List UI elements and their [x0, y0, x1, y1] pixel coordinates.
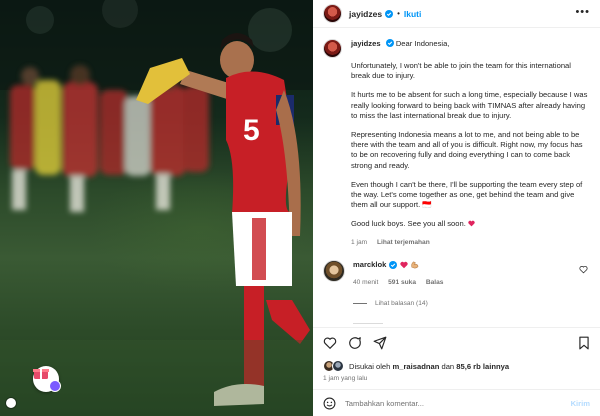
more-options-icon[interactable]: ••• — [575, 6, 590, 18]
photo-illustration: 5 — [0, 0, 313, 416]
caption-body: jayidzes Dear Indonesia, Unfortunately, … — [351, 39, 590, 246]
liker-avatar[interactable] — [332, 360, 344, 372]
comment-body: marcklok 40 menit 591 suka Balas — [353, 260, 573, 286]
verified-badge-icon — [385, 9, 394, 18]
liked-by-text: Disukai oleh m_raisadnan dan 85,6 rb lai… — [349, 362, 509, 371]
commenter-avatar[interactable] — [323, 259, 345, 282]
action-bar — [323, 336, 398, 350]
see-translation-link[interactable]: Lihat terjemahan — [377, 239, 430, 246]
liked-by-prefix: Disukai oleh — [349, 361, 391, 371]
author-username[interactable]: jayidzes — [349, 9, 382, 19]
liked-by-others[interactable]: 85,6 rb lainnya — [456, 362, 509, 371]
caption-greeting: Dear Indonesia, — [395, 39, 450, 48]
post-actions-section: Disukai oleh m_raisadnan dan 85,6 rb lai… — [313, 327, 600, 389]
caption-meta: 1 jam Lihat terjemahan — [351, 239, 590, 246]
caption-paragraph-last: Good luck boys. See you all soon. — [351, 219, 590, 229]
verified-badge-icon — [385, 39, 394, 47]
gift-icon — [33, 369, 49, 379]
emoji-picker-icon[interactable] — [323, 397, 336, 410]
caption-paragraph: Even though I can't be there, I'll be su… — [351, 179, 583, 210]
follow-button[interactable]: Ikuti — [404, 9, 421, 19]
post-comment-button[interactable]: Kirim — [571, 399, 590, 408]
comment-time: 40 menit — [353, 278, 379, 286]
view-replies-button[interactable]: Lihat balasan (14) — [353, 300, 590, 307]
post-sidebar: jayidzes • Ikuti ••• jayidzes Dear Indon… — [313, 0, 600, 416]
separator-dot: • — [397, 9, 400, 18]
post-timestamp: 1 jam yang lalu — [323, 375, 368, 382]
caption-author-avatar[interactable] — [323, 39, 342, 58]
view-replies-label: Lihat balasan (14) — [375, 299, 428, 307]
caption-author[interactable]: jayidzes — [351, 39, 381, 48]
post-photo: 5 — [0, 0, 313, 416]
add-comment-bar: Kirim — [313, 389, 600, 416]
caption-paragraph: It hurts me to be absent for such a long… — [351, 90, 588, 120]
comment-meta: 40 menit 591 suka Balas — [353, 279, 573, 286]
comment-emojis — [400, 260, 419, 269]
user-tag-icon[interactable] — [6, 398, 16, 408]
verified-badge-icon — [389, 260, 398, 269]
share-send-icon[interactable] — [373, 336, 387, 350]
comment-likes[interactable]: 591 suka — [388, 279, 416, 286]
comment-bubble-icon[interactable] — [348, 336, 362, 350]
comment-input[interactable] — [345, 398, 545, 408]
like-heart-icon[interactable] — [323, 336, 337, 350]
svg-text:5: 5 — [243, 114, 260, 147]
post-caption: jayidzes Dear Indonesia, Unfortunately, … — [323, 39, 590, 246]
comment-heart-icon[interactable] — [579, 265, 588, 274]
comment-first-line: marcklok — [353, 260, 573, 270]
reply-button[interactable]: Balas — [426, 279, 444, 286]
replies-line — [353, 302, 367, 304]
post-header: jayidzes • Ikuti ••• — [313, 0, 600, 28]
comment-item: marcklok 40 menit 591 suka Balas — [323, 259, 590, 286]
red-heart-emoji-icon — [468, 221, 475, 227]
bookmark-icon[interactable] — [578, 336, 590, 350]
commenter-username[interactable]: marcklok — [353, 260, 386, 270]
caption-paragraph: Representing Indonesia means a lot to me… — [351, 130, 583, 170]
comments-list[interactable]: jayidzes Dear Indonesia, Unfortunately, … — [313, 30, 600, 325]
caption-first-line: jayidzes Dear Indonesia, — [351, 39, 590, 49]
author-avatar[interactable] — [323, 4, 342, 23]
caption-paragraph: Unfortunately, I won't be able to join t… — [351, 61, 571, 81]
flexed-biceps-emoji-icon — [411, 261, 419, 269]
caption-paragraph-text: Good luck boys. See you all soon. — [351, 219, 466, 229]
liked-by-user[interactable]: m_raisadnan — [393, 362, 440, 371]
caption-time: 1 jam — [351, 238, 368, 246]
badge-icon — [49, 380, 61, 392]
liked-by-and: dan — [441, 361, 455, 371]
red-heart-emoji-icon — [400, 261, 408, 268]
liked-by: Disukai oleh m_raisadnan dan 85,6 rb lai… — [323, 360, 509, 372]
